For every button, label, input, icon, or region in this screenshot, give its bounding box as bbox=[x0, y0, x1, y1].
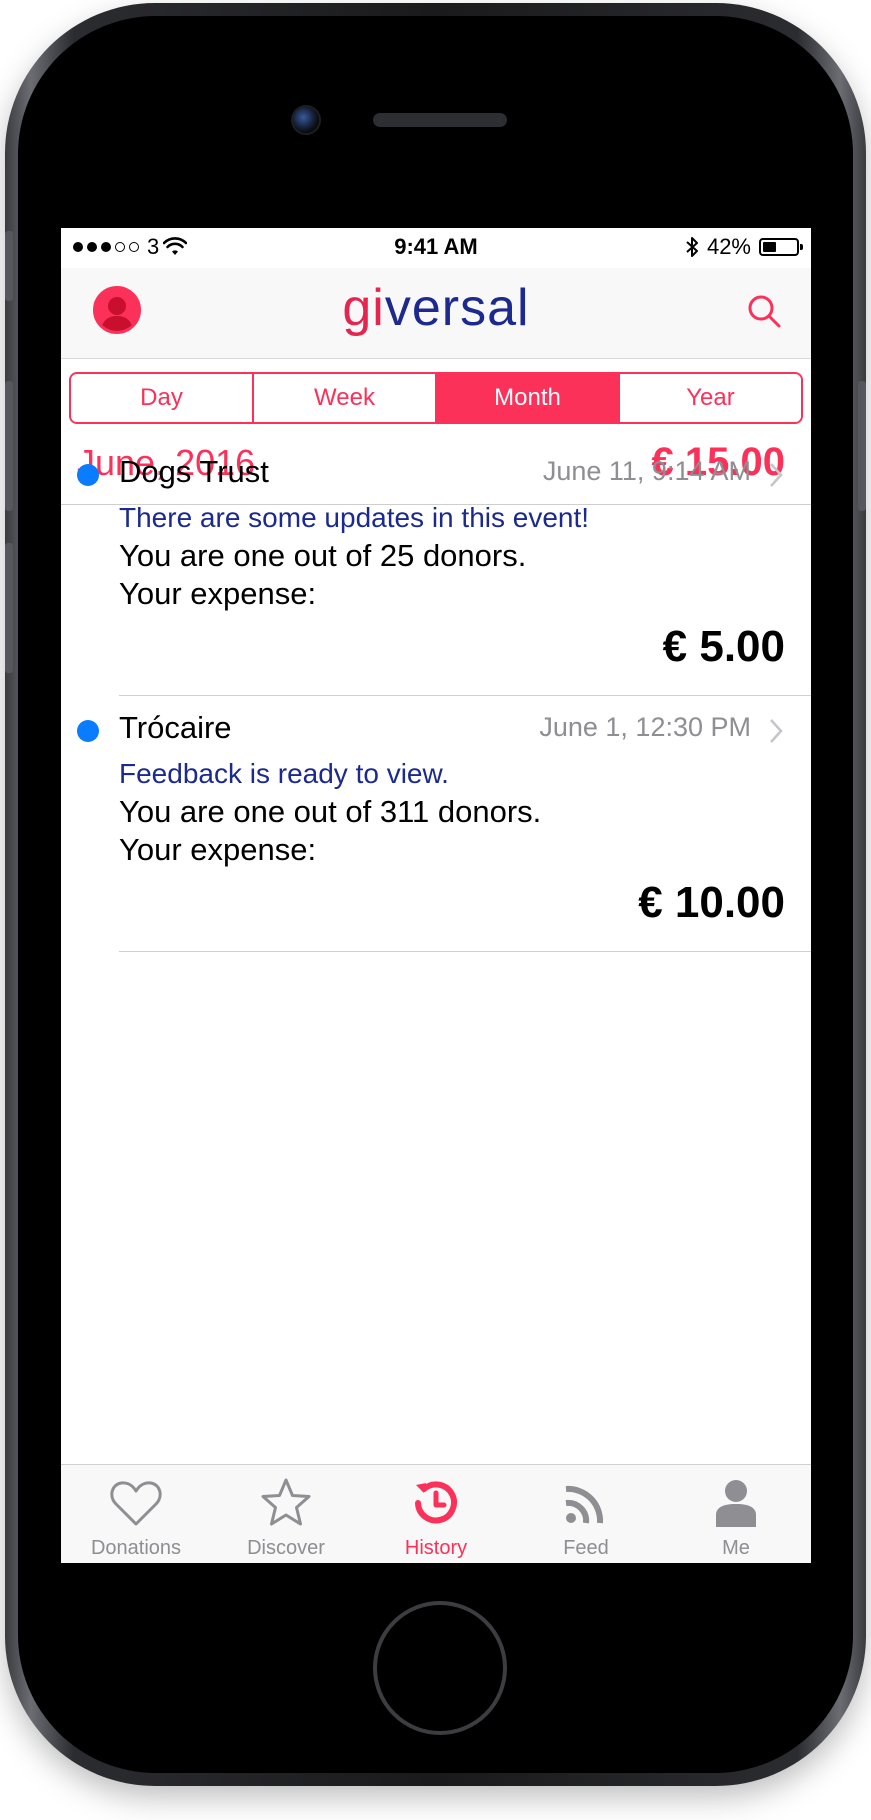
front-camera bbox=[291, 105, 321, 135]
home-button[interactable] bbox=[373, 1601, 507, 1735]
event-update-message: Feedback is ready to view. bbox=[119, 758, 449, 789]
segment-month[interactable]: Month bbox=[437, 374, 620, 422]
segment-year[interactable]: Year bbox=[620, 374, 801, 422]
event-donors: You are one out of 311 donors. bbox=[119, 794, 542, 829]
divider bbox=[119, 951, 811, 952]
event-update-message: There are some updates in this event! bbox=[119, 502, 590, 533]
tab-label: Me bbox=[722, 1537, 750, 1559]
tab-bar: Donations Discover History Feed Me bbox=[61, 1464, 811, 1563]
tab-discover[interactable]: Discover bbox=[211, 1465, 361, 1563]
event-title: Dogs Trust bbox=[119, 454, 269, 489]
navigation-bar: giversal bbox=[61, 268, 811, 359]
status-bar: 3 9:41 AM 42% bbox=[61, 228, 811, 268]
tab-history[interactable]: History bbox=[361, 1465, 511, 1563]
volume-down-button bbox=[5, 543, 13, 673]
event-amount: € 10.00 bbox=[638, 878, 785, 927]
tab-me[interactable]: Me bbox=[661, 1465, 811, 1563]
period-segmented-control: Day Week Month Year bbox=[69, 372, 803, 424]
mute-switch bbox=[5, 231, 13, 301]
event-expense-label: Your expense: bbox=[119, 832, 317, 867]
logo-text: versal bbox=[384, 279, 530, 337]
tab-feed[interactable]: Feed bbox=[511, 1465, 661, 1563]
event-expense-label: Your expense: bbox=[119, 576, 317, 611]
battery-icon bbox=[759, 238, 803, 256]
unread-dot bbox=[77, 720, 99, 742]
history-event[interactable]: Dogs Trust June 11, 9:14 AM There are so… bbox=[61, 440, 811, 696]
heart-icon bbox=[110, 1481, 162, 1526]
segment-week[interactable]: Week bbox=[254, 374, 437, 422]
tab-label: Feed bbox=[563, 1537, 609, 1559]
power-button bbox=[858, 381, 866, 511]
search-icon[interactable] bbox=[745, 292, 783, 330]
app-screen: 3 9:41 AM 42% giversal Day Week Month Ye… bbox=[61, 228, 811, 1563]
chevron-right-icon bbox=[770, 719, 783, 743]
tab-donations[interactable]: Donations bbox=[61, 1465, 211, 1563]
history-icon bbox=[415, 1481, 457, 1524]
volume-up-button bbox=[5, 381, 13, 511]
tab-label: History bbox=[404, 1537, 468, 1559]
event-title: Trócaire bbox=[119, 710, 232, 745]
event-date: June 1, 12:30 PM bbox=[539, 712, 751, 742]
tab-label: Discover bbox=[247, 1537, 325, 1559]
logo-accent: gi bbox=[342, 279, 385, 337]
person-icon bbox=[716, 1480, 756, 1527]
event-donors: You are one out of 25 donors. bbox=[119, 538, 527, 573]
battery-percent: 42% bbox=[706, 234, 751, 259]
unread-dot bbox=[77, 464, 99, 486]
rss-icon bbox=[565, 1485, 604, 1524]
status-right: 42% bbox=[685, 234, 803, 260]
chevron-right-icon bbox=[770, 463, 783, 487]
segment-day[interactable]: Day bbox=[71, 374, 254, 422]
bluetooth-icon bbox=[686, 237, 698, 257]
earpiece-speaker bbox=[373, 113, 507, 127]
battery-tip bbox=[800, 244, 803, 250]
tab-label: Donations bbox=[90, 1537, 182, 1559]
battery-level bbox=[763, 242, 776, 252]
event-amount: € 5.00 bbox=[662, 622, 785, 671]
app-logo: giversal bbox=[61, 278, 811, 338]
event-date: June 11, 9:14 AM bbox=[542, 456, 751, 486]
history-event[interactable]: Trócaire June 1, 12:30 PM Feedback is re… bbox=[61, 696, 811, 952]
star-icon bbox=[261, 1478, 311, 1526]
